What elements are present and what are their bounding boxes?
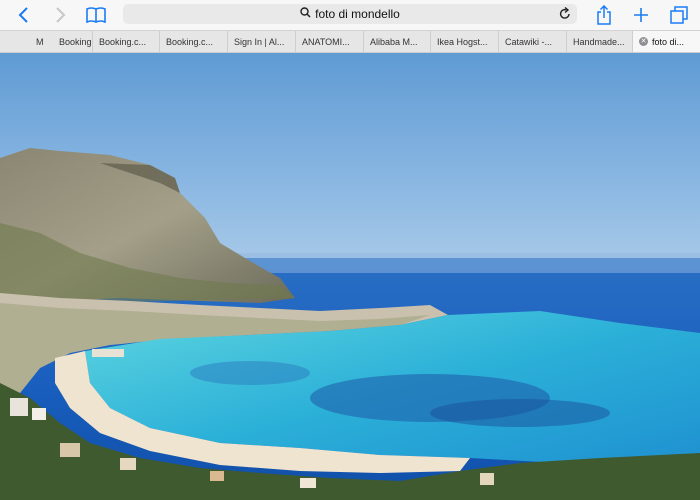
tab-label: ANATOMI... bbox=[302, 36, 350, 47]
chevron-right-icon[interactable] bbox=[50, 0, 70, 30]
share-icon[interactable] bbox=[594, 0, 614, 30]
search-icon bbox=[300, 5, 311, 23]
tab-item-active[interactable]: ✕ foto di... bbox=[632, 31, 700, 52]
mondello-photo bbox=[0, 53, 700, 500]
close-icon[interactable]: ✕ bbox=[639, 37, 648, 46]
tab-label: foto di... bbox=[652, 36, 685, 47]
tab-label: Sign In | Al... bbox=[234, 36, 285, 47]
tab-item[interactable]: Handmade... bbox=[566, 31, 632, 52]
tab-item[interactable]: Booking.c... bbox=[159, 31, 227, 52]
tab-label: Catawiki -... bbox=[505, 36, 553, 47]
tab-label: Alibaba M... bbox=[370, 36, 418, 47]
pier bbox=[92, 349, 124, 357]
tab-bar: M Booking Booking.c... Booking.c... Sign… bbox=[0, 30, 700, 53]
tab-item[interactable]: Alibaba M... bbox=[363, 31, 430, 52]
tab-item[interactable]: ANATOMI... bbox=[295, 31, 363, 52]
tab-item[interactable]: Ikea Hogst... bbox=[430, 31, 498, 52]
tab-label: M bbox=[36, 36, 44, 47]
tab-label: Booking.c... bbox=[99, 36, 147, 47]
tab-item[interactable]: Booking bbox=[53, 31, 92, 52]
tab-item[interactable]: Sign In | Al... bbox=[227, 31, 295, 52]
browser-toolbar: foto di mondello bbox=[0, 0, 700, 30]
address-bar[interactable]: foto di mondello bbox=[123, 4, 577, 24]
tab-item[interactable]: Booking.c... bbox=[92, 31, 159, 52]
tab-label: Booking bbox=[59, 36, 92, 47]
address-query: foto di mondello bbox=[315, 7, 400, 21]
plus-icon[interactable] bbox=[631, 0, 651, 30]
tab-label: Handmade... bbox=[573, 36, 625, 47]
tab-label: Ikea Hogst... bbox=[437, 36, 488, 47]
tab-label: Booking.c... bbox=[166, 36, 214, 47]
reload-icon[interactable] bbox=[559, 6, 571, 25]
book-icon[interactable] bbox=[84, 0, 108, 30]
tab-item[interactable]: M bbox=[30, 31, 53, 52]
tabs-icon[interactable] bbox=[668, 0, 690, 30]
tab-item[interactable]: Catawiki -... bbox=[498, 31, 566, 52]
chevron-left-icon[interactable] bbox=[14, 0, 34, 30]
